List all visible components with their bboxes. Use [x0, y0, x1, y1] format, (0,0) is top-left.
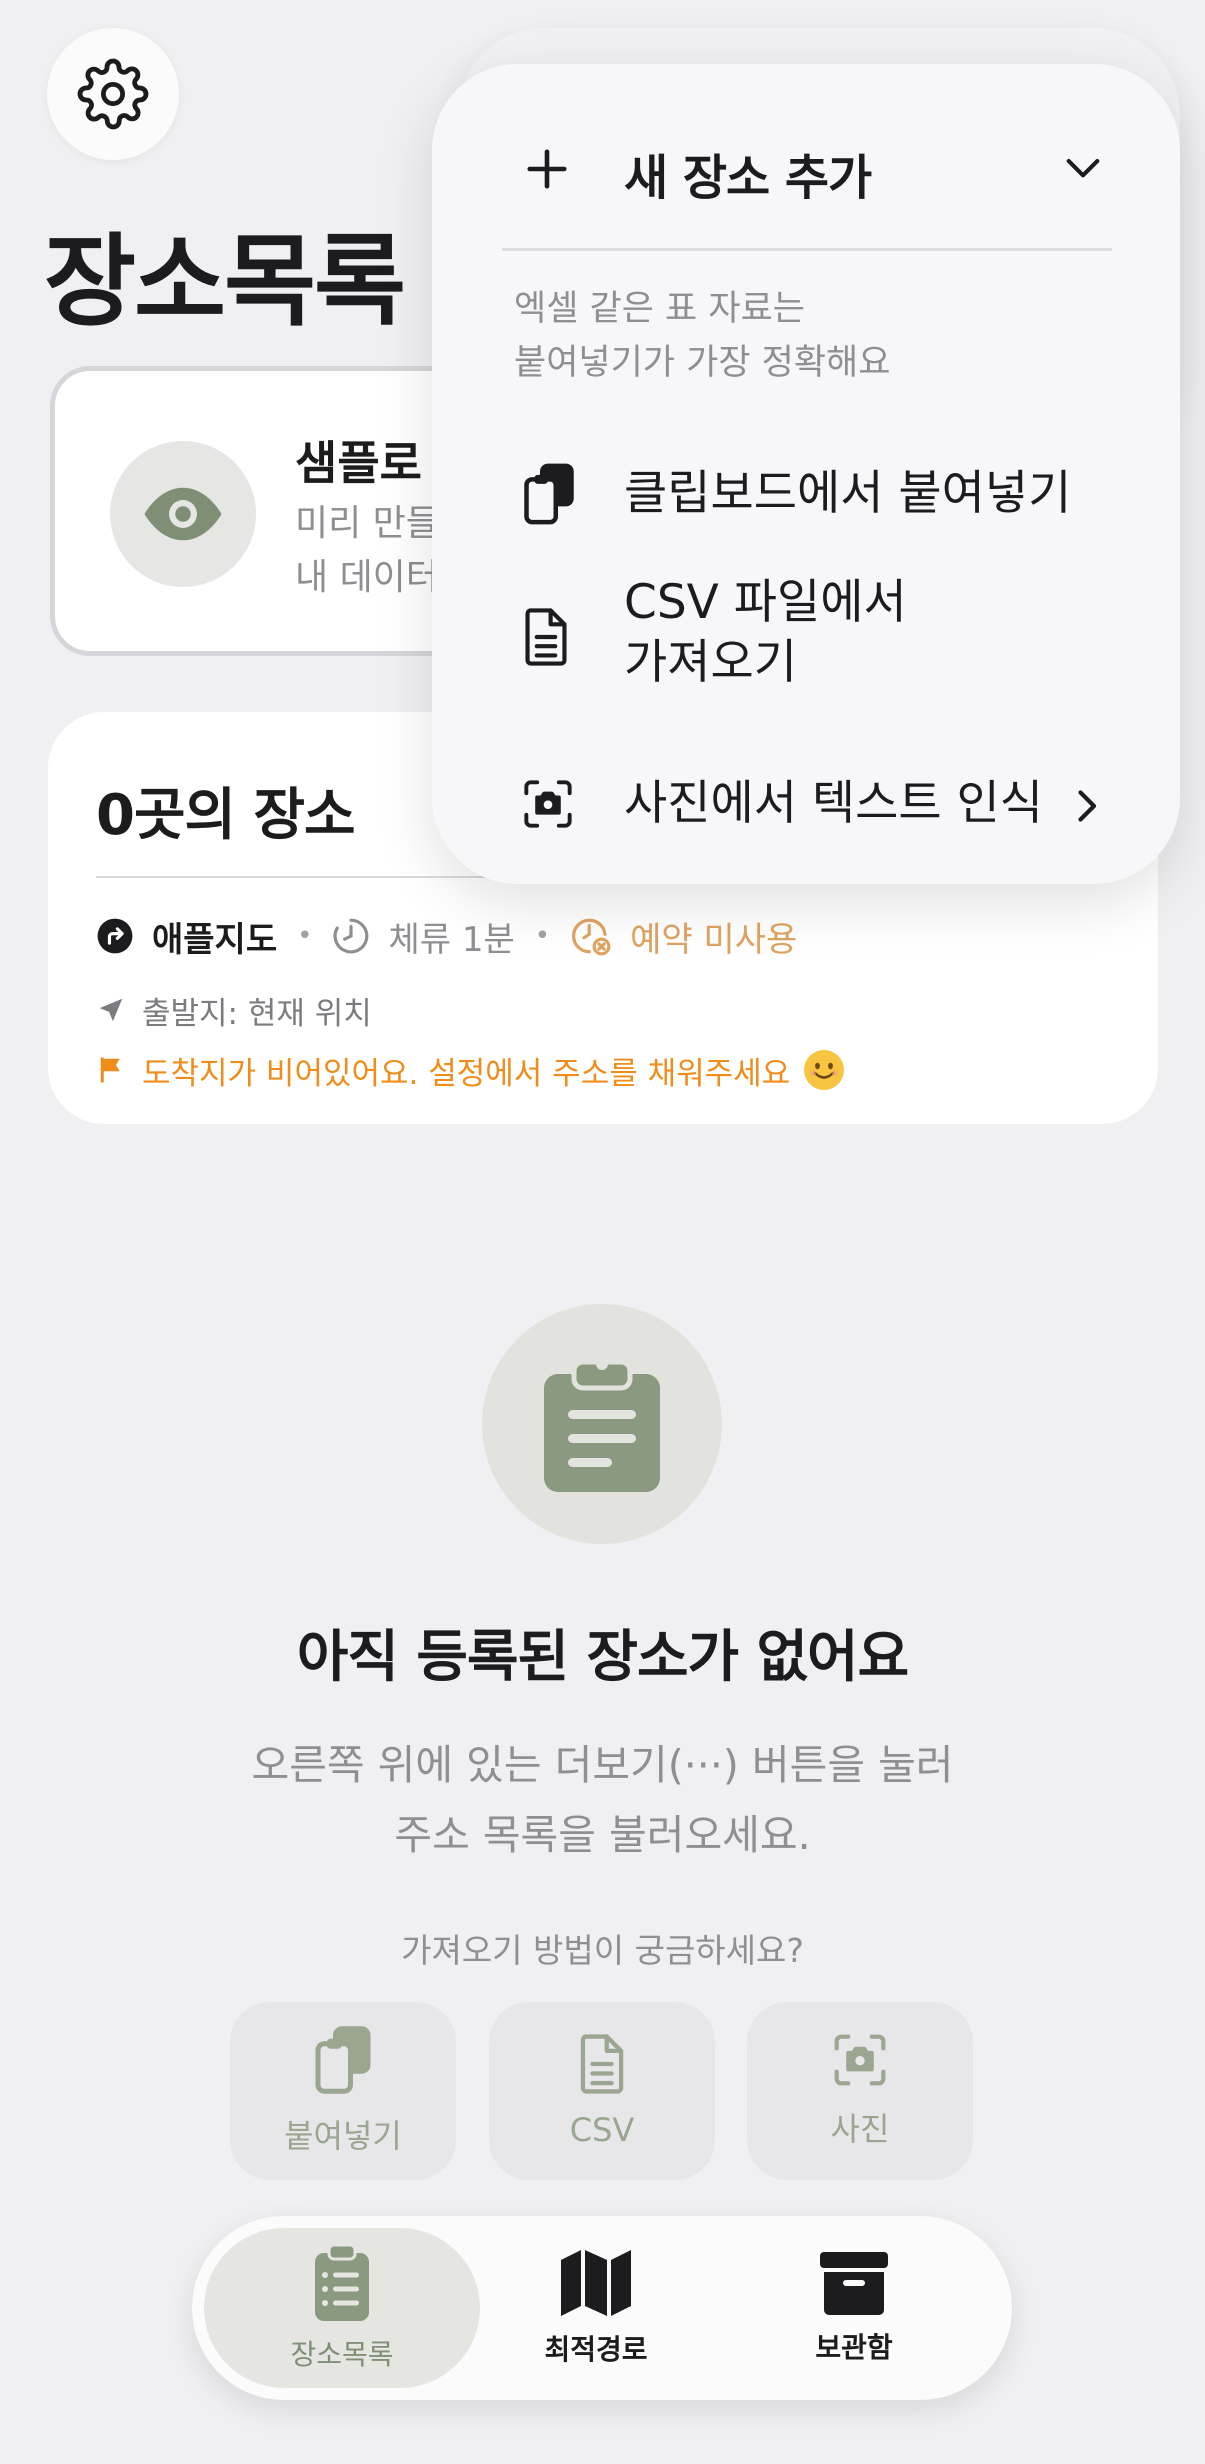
separator-dot: •	[297, 921, 313, 951]
tab-optimal-route-label: 최적경로	[544, 2333, 648, 2366]
smile-emoji-icon	[804, 1050, 845, 1090]
paste-method-label: 붙여넣기	[284, 2117, 402, 2155]
paste-method-button[interactable]: 붙여넣기	[230, 2002, 456, 2180]
clock-cancel-icon	[572, 918, 611, 956]
tab-bar: 장소목록 최적경로 보관함	[192, 2216, 1012, 2400]
gear-icon	[77, 58, 149, 130]
csv-method-button[interactable]: CSV	[489, 2002, 715, 2180]
location-arrow-icon	[99, 998, 123, 1022]
add-place-menu: 새 장소 추가 엑셀 같은 표 자료는 붙여넣기가 가장 정확해요 클립보드에서…	[432, 64, 1180, 884]
empty-state-title: 아직 등록된 장소가 없어요	[296, 1625, 909, 1690]
plus-icon	[527, 149, 567, 189]
import-help-question: 가져오기 방법이 궁금하세요?	[401, 1931, 804, 1970]
page-title: 장소목록	[44, 223, 406, 340]
warning-text: 도착지가 비어있어요. 설정에서 주소를 채워주세요	[142, 1055, 791, 1092]
clipboard-paste-icon	[315, 2026, 371, 2094]
map-app-setting[interactable]: 애플지도	[96, 912, 277, 961]
menu-divider	[502, 248, 1112, 251]
import-csv-label: CSV 파일에서 가져오기	[624, 575, 907, 690]
clipboard-list-icon	[544, 1358, 660, 1492]
reservation-setting[interactable]: 예약 미사용	[570, 912, 797, 961]
tab-archive-label: 보관함	[815, 2331, 893, 2364]
separator-dot: •	[534, 921, 551, 951]
tab-places-label: 장소목록	[290, 2338, 394, 2371]
photo-text-recognition-label: 사진에서 텍스트 인식	[624, 776, 1044, 831]
places-count-title: 0곳의 장소	[96, 783, 356, 848]
camera-scan-icon	[524, 780, 572, 828]
photo-text-recognition-item[interactable]: 사진에서 텍스트 인식	[432, 754, 1180, 854]
destination-warning[interactable]: 도착지가 비어있어요. 설정에서 주소를 채워주세요	[96, 1042, 845, 1098]
flag-icon	[100, 1057, 120, 1083]
map-icon	[561, 2250, 631, 2316]
chevron-right-icon	[1078, 790, 1097, 822]
add-new-place-label: 새 장소 추가	[624, 150, 872, 206]
add-new-place-button[interactable]: 새 장소 추가	[432, 114, 1180, 224]
timer-icon	[334, 918, 369, 954]
paste-from-clipboard-item[interactable]: 클립보드에서 붙여넣기	[432, 444, 1180, 544]
chevron-down-icon	[1066, 159, 1100, 178]
map-app-label: 애플지도	[152, 919, 278, 960]
settings-button[interactable]	[47, 28, 179, 160]
route-settings-row: 애플지도 • 체류 1분 • 예약 미사용	[96, 908, 797, 964]
stay-time-label: 체류 1분	[388, 919, 515, 960]
sample-card-title: 샘플로	[295, 436, 422, 490]
csv-method-label: CSV	[569, 2111, 635, 2149]
turn-arrow-icon	[97, 918, 133, 954]
import-csv-item[interactable]: CSV 파일에서 가져오기	[432, 569, 1180, 699]
photo-method-label: 사진	[830, 2110, 890, 2148]
eye-icon	[144, 487, 222, 541]
empty-state-illustration	[482, 1304, 722, 1544]
tab-archive[interactable]: 보관함	[740, 2228, 968, 2388]
sample-card-description: 미리 만들 내 데이터	[295, 503, 439, 598]
tab-places[interactable]: 장소목록	[204, 2228, 480, 2388]
eye-icon-circle	[110, 441, 256, 587]
stay-time-setting[interactable]: 체류 1분	[332, 912, 515, 961]
origin-label: 출발지: 현재 위치	[142, 995, 372, 1032]
document-icon	[525, 608, 567, 666]
clipboard-paste-icon	[524, 463, 574, 525]
document-icon	[580, 2034, 624, 2094]
reservation-label: 예약 미사용	[630, 919, 798, 960]
camera-scan-icon	[834, 2034, 886, 2086]
menu-hint-text: 엑셀 같은 표 자료는 붙여넣기가 가장 정확해요	[514, 289, 891, 383]
empty-state-description: 오른쪽 위에 있는 더보기(···) 버튼을 눌러 주소 목록을 불러오세요.	[251, 1741, 954, 1859]
tab-optimal-route[interactable]: 최적경로	[482, 2228, 710, 2388]
origin-row[interactable]: 출발지: 현재 위치	[96, 984, 372, 1036]
clipboard-list-icon	[315, 2243, 369, 2321]
archive-box-icon	[820, 2252, 888, 2315]
photo-method-button[interactable]: 사진	[747, 2002, 973, 2180]
paste-from-clipboard-label: 클립보드에서 붙여넣기	[624, 466, 1072, 521]
